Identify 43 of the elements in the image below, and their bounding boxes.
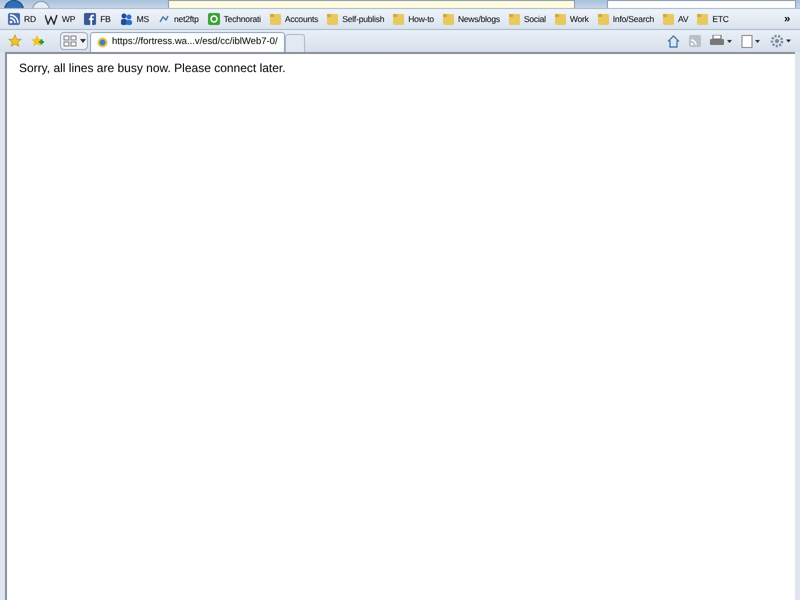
folder-icon	[393, 13, 404, 25]
folder-icon	[554, 13, 566, 25]
favorite-link[interactable]: Technorati	[208, 12, 261, 26]
folder-icon	[508, 13, 520, 25]
folder-icon	[270, 13, 281, 25]
favorite-link[interactable]: ETC	[697, 12, 729, 26]
favorite-link[interactable]: WP	[44, 12, 76, 26]
grid-icon	[61, 35, 79, 47]
favorite-link[interactable]: AV	[663, 12, 688, 26]
favorite-link[interactable]: News/blogs	[442, 12, 500, 26]
more-chevron[interactable]: »	[784, 10, 790, 28]
favorite-link[interactable]: net2ftp	[158, 12, 199, 26]
favorite-link[interactable]: RD	[8, 12, 36, 26]
folder-icon	[697, 13, 708, 25]
page-menu-icon[interactable]	[741, 34, 761, 48]
favorite-link[interactable]: Info/Search	[598, 12, 654, 26]
favorite-link[interactable]: Self-publish	[327, 12, 384, 26]
folder-icon	[663, 13, 674, 25]
browser-tab[interactable]: https://fortress.wa...v/esd/cc/iblWeb7-0/	[90, 32, 285, 52]
f-logo-icon	[84, 13, 96, 25]
feed-icon	[8, 13, 20, 25]
star-icon[interactable]	[8, 34, 22, 48]
feed-icon[interactable]	[689, 35, 701, 47]
page-icon	[97, 37, 108, 48]
favorite-link[interactable]: MS	[120, 12, 150, 26]
add-star-icon[interactable]	[30, 34, 44, 48]
quick-tabs-button[interactable]	[60, 32, 88, 50]
folder-icon	[327, 13, 338, 25]
favorite-link[interactable]: How-to	[393, 12, 434, 26]
favorite-link[interactable]: Social	[508, 12, 546, 26]
caret-icon	[79, 38, 87, 44]
favorite-link[interactable]: Work	[554, 12, 589, 26]
busy-message: Sorry, all lines are busy now. Please connect later.	[19, 60, 287, 77]
home-icon[interactable]	[667, 34, 680, 48]
w-logo-icon	[44, 14, 58, 24]
favorite-link[interactable]: Accounts	[270, 12, 318, 26]
favorite-link[interactable]: FB	[84, 12, 111, 26]
folder-icon	[598, 13, 609, 25]
browser-tab[interactable]	[284, 34, 305, 52]
print-icon[interactable]	[710, 35, 732, 47]
people-icon	[120, 13, 133, 25]
settings-icon[interactable]	[770, 34, 792, 48]
folder-icon	[442, 13, 454, 25]
